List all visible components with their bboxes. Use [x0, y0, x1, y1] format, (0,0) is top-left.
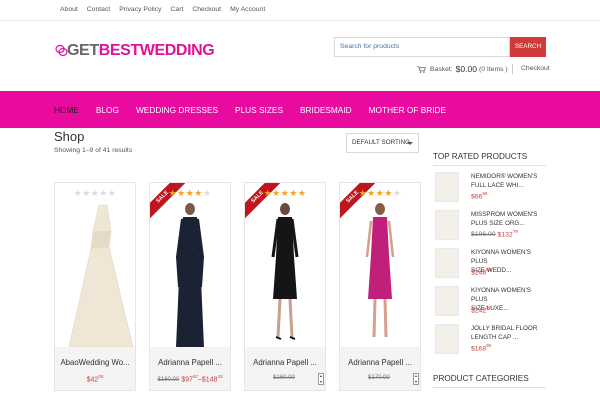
basket-items: (0 Items ) — [478, 65, 508, 73]
top-bar: About Contact Privacy Policy Cart Checko… — [0, 0, 600, 21]
product-image[interactable] — [55, 187, 135, 347]
product-thumbnail[interactable] — [435, 210, 459, 240]
product-name[interactable]: Adrianna Papell ... — [150, 358, 230, 367]
product-card[interactable]: ★★★★★ AbaoWedding Wo... $4200 — [54, 182, 136, 391]
product-image[interactable] — [150, 187, 230, 347]
price-old: $160.00 — [273, 375, 295, 381]
top-rated-item[interactable]: KIYONNA WOMEN'S PLUS SIZE LUXE... $24200 — [433, 286, 546, 324]
logo-best: BEST — [98, 42, 140, 59]
top-rated-price: $16899 — [471, 343, 492, 353]
basket-amount: $0.00 — [455, 64, 477, 74]
price-to: $148 — [201, 376, 218, 384]
product-name[interactable]: AbaoWedding Wo... — [55, 358, 135, 367]
product-thumbnail[interactable] — [435, 286, 459, 316]
top-link-about[interactable]: About — [60, 6, 78, 13]
nav-item-mother-of-bride[interactable]: MOTHER OF BRIDE — [369, 105, 446, 115]
top-link-checkout[interactable]: Checkout — [192, 6, 221, 13]
price-amount: $97 — [181, 376, 193, 384]
nav-item-plus-sizes[interactable]: PLUS SIZES — [235, 105, 283, 115]
top-rated-price: $24200 — [471, 305, 492, 315]
top-rated-name[interactable]: JOLLY BRIDAL FLOOR LENGTH CAP ... — [471, 324, 547, 342]
price-cents: 00 — [98, 374, 104, 379]
product-image[interactable] — [245, 187, 325, 347]
basket-summary[interactable]: Basket: $0.00 (0 Items ) — [417, 64, 508, 74]
product-card[interactable]: SALE ★★★★★ Adrianna Papell ... $170.00 — [339, 182, 421, 391]
product-card[interactable]: SALE ★★★★★ Adrianna Papell ... $160.00 $9… — [149, 182, 231, 391]
quantity-stepper[interactable] — [318, 373, 324, 385]
main-nav: HOME BLOG WEDDING DRESSES PLUS SIZES BRI… — [0, 91, 600, 128]
card-footer — [150, 347, 230, 390]
sorting-select[interactable]: DEFAULT SORTING — [346, 133, 419, 153]
top-rated-name[interactable]: NEMIDOR® WOMEN'S FULL LACE WHI... — [471, 172, 547, 190]
top-rated-item[interactable]: MISSPROM WOMEN'S PLUS SIZE ORG... $196.00… — [433, 210, 546, 248]
price-cents: 67 — [192, 374, 198, 379]
product-thumbnail[interactable] — [435, 324, 459, 354]
logo-text: GETBESTWEDDING — [67, 42, 215, 60]
price-old: $160.00 — [157, 377, 180, 384]
search-input[interactable]: Search for products — [334, 37, 510, 57]
site-logo[interactable]: GETBESTWEDDING — [55, 41, 215, 63]
logo-wedding: WEDDING — [139, 42, 215, 59]
top-link-contact[interactable]: Contact — [87, 6, 110, 13]
product-thumbnail[interactable] — [435, 172, 459, 202]
basket-label: Basket: — [430, 65, 453, 73]
product-image[interactable] — [340, 187, 420, 347]
nav-item-blog[interactable]: BLOG — [96, 105, 119, 115]
card-footer — [55, 347, 135, 390]
product-price: $170.00 — [340, 374, 420, 381]
product-thumbnail[interactable] — [435, 248, 459, 278]
product-categories-title: PRODUCT CATEGORIES — [433, 374, 529, 383]
product-price: $160.00 — [245, 374, 325, 381]
top-rated-title: TOP RATED PRODUCTS — [433, 152, 528, 161]
chevron-down-icon — [407, 142, 413, 145]
product-price: $4200 — [55, 374, 135, 383]
divider — [433, 165, 546, 166]
top-link-cart[interactable]: Cart — [171, 6, 184, 13]
cart-icon — [417, 65, 426, 73]
top-rated-name[interactable]: MISSPROM WOMEN'S PLUS SIZE ORG... — [471, 210, 547, 228]
nav-item-wedding-dresses[interactable]: WEDDING DRESSES — [136, 105, 218, 115]
price-amount: $42 — [86, 376, 99, 384]
search-button[interactable]: SEARCH — [510, 37, 546, 57]
product-price: $160.00 $9767–$14843 — [157, 374, 223, 384]
product-name[interactable]: Adrianna Papell ... — [245, 358, 325, 367]
star-rating: ★★★★★ — [263, 188, 307, 198]
nav-item-bridesmaid[interactable]: BRIDESMAID — [300, 105, 352, 115]
sorting-value: DEFAULT SORTING — [352, 139, 411, 146]
product-card[interactable]: SALE ★★★★★ Adrianna Papell ... $160.00 — [244, 182, 326, 391]
top-rated-price: $6699 — [471, 191, 488, 201]
header-checkout-link[interactable]: Checkout — [512, 64, 550, 74]
top-link-privacy-policy[interactable]: Privacy Policy — [119, 6, 161, 13]
top-rated-item[interactable]: KIYONNA WOMEN'S PLUS SIZE WEDD... $24800 — [433, 248, 546, 286]
product-name[interactable]: Adrianna Papell ... — [340, 358, 420, 367]
quantity-stepper[interactable] — [413, 373, 419, 385]
divider — [433, 387, 546, 388]
top-rated-item[interactable]: JOLLY BRIDAL FLOOR LENGTH CAP ... $16899 — [433, 324, 546, 362]
card-footer — [340, 347, 420, 390]
top-rated-item[interactable]: NEMIDOR® WOMEN'S FULL LACE WHI... $6699 — [433, 172, 546, 210]
price-old: $170.00 — [368, 375, 390, 381]
result-count: Showing 1–9 of 41 results — [54, 147, 133, 154]
logo-get: GET — [67, 42, 99, 59]
top-link-my-account[interactable]: My Account — [230, 6, 265, 13]
top-rated-price: $196.00 $13279 — [471, 229, 518, 239]
top-links: About Contact Privacy Policy Cart Checko… — [60, 6, 274, 13]
page-title: Shop — [54, 129, 85, 144]
price-to-cents: 43 — [217, 374, 223, 379]
top-rated-price: $24800 — [471, 267, 492, 277]
nav-item-home[interactable]: HOME — [54, 105, 79, 115]
star-rating: ★★★★★ — [358, 188, 402, 198]
card-footer — [245, 347, 325, 390]
star-rating: ★★★★★ — [168, 188, 212, 198]
